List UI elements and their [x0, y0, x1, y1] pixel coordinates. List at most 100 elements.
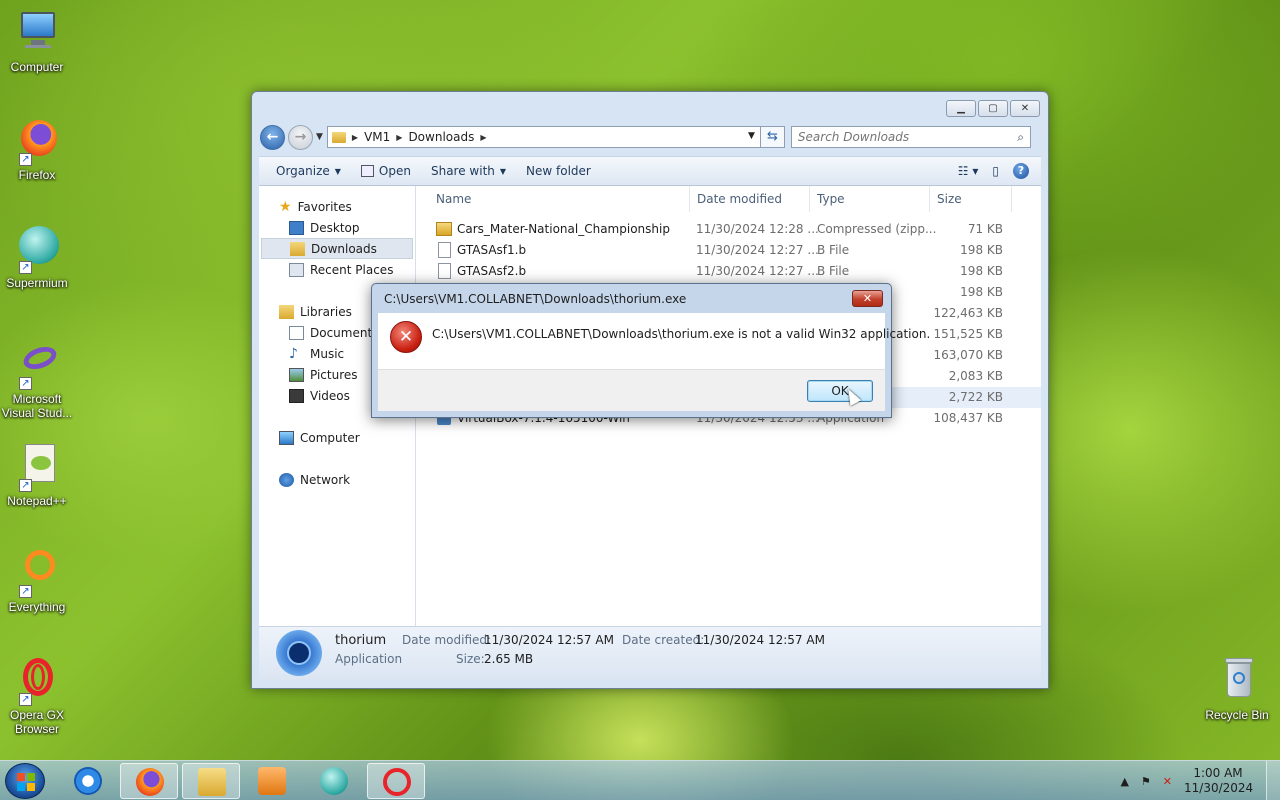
file-row[interactable]: GTASAsf1.b 11/30/2024 12:27 ... B File 1…: [417, 240, 1041, 261]
file-size: 198 KB: [960, 243, 1003, 257]
address-dropdown-icon[interactable]: ▼: [748, 131, 755, 141]
nav-label: Music: [310, 346, 345, 361]
computer-icon: [279, 430, 294, 445]
shortcut-arrow-icon: ↗: [19, 693, 32, 706]
opera-gx-icon: ↗: [13, 656, 61, 706]
column-type[interactable]: Type: [817, 192, 845, 206]
breadcrumb-separator-icon[interactable]: ▶: [352, 133, 358, 142]
desktop-icon-notepadpp[interactable]: ↗ Notepad++: [0, 442, 75, 508]
open-icon: [360, 165, 374, 177]
column-name[interactable]: Name: [436, 192, 471, 206]
desktop-icon-opera-gx[interactable]: ↗ Opera GX Browser: [0, 656, 75, 736]
desktop-icon-supermium[interactable]: ↗ Supermium: [0, 224, 75, 290]
zip-folder-icon: [436, 222, 452, 236]
new-folder-button[interactable]: New folder: [516, 164, 601, 178]
forward-button[interactable]: →: [288, 124, 313, 150]
file-size: 122,463 KB: [933, 306, 1003, 320]
start-button[interactable]: [5, 763, 45, 799]
dialog-footer: OK: [378, 369, 885, 411]
back-button[interactable]: ←: [260, 124, 285, 150]
volume-muted-icon[interactable]: ✕: [1163, 775, 1172, 788]
file-name: GTASAsf2.b: [457, 264, 527, 278]
show-desktop-button[interactable]: [1266, 761, 1280, 800]
desktop-icon-label: Opera GX Browser: [9, 708, 65, 736]
breadcrumb-separator-icon[interactable]: ▶: [480, 133, 486, 142]
organize-button[interactable]: Organize ▼: [259, 164, 351, 178]
breadcrumb-downloads[interactable]: Downloads: [408, 130, 474, 144]
minimize-button[interactable]: ▁: [946, 100, 976, 117]
show-hidden-icons-icon[interactable]: ▲: [1120, 775, 1128, 788]
breadcrumb-separator-icon[interactable]: ▶: [396, 133, 402, 142]
change-view-icon[interactable]: ☷ ▾: [958, 164, 979, 178]
column-size[interactable]: Size: [937, 192, 962, 206]
desktop-icon-computer[interactable]: Computer: [0, 8, 75, 74]
desktop-icon-label: Everything: [8, 600, 66, 614]
refresh-button[interactable]: ⇆: [760, 126, 785, 148]
desktop-icon-visual-studio[interactable]: ↗ Microsoft Visual Stud...: [0, 340, 75, 420]
breadcrumb-vm1[interactable]: VM1: [364, 130, 390, 144]
action-center-icon[interactable]: ⚑: [1141, 775, 1151, 788]
desktop-icon-label: Microsoft Visual Stud...: [1, 392, 73, 420]
file-size: 198 KB: [960, 264, 1003, 278]
ok-button[interactable]: OK: [807, 380, 873, 402]
taskbar-firefox[interactable]: [120, 763, 178, 799]
taskbar-opera-gx[interactable]: [367, 763, 425, 799]
star-icon: ★: [279, 198, 292, 215]
nav-computer[interactable]: Computer: [259, 427, 415, 448]
maximize-button[interactable]: ▢: [978, 100, 1008, 117]
file-date: 11/30/2024 12:27 ...: [696, 264, 819, 278]
nav-label: Desktop: [310, 220, 360, 235]
everything-icon: ↗: [13, 548, 61, 598]
clock[interactable]: 1:00 AM 11/30/2024: [1184, 766, 1253, 796]
taskbar-internet-explorer[interactable]: [59, 763, 117, 799]
share-with-button[interactable]: Share with ▼: [421, 164, 516, 178]
preview-pane-icon[interactable]: ▯: [992, 164, 999, 178]
dialog-close-button[interactable]: ✕: [852, 290, 883, 307]
nav-downloads[interactable]: Downloads: [261, 238, 413, 259]
nav-label: Libraries: [300, 304, 352, 319]
desktop-icon-recycle-bin[interactable]: Recycle Bin: [1199, 656, 1275, 722]
taskbar-media-player[interactable]: [243, 763, 301, 799]
taskbar-file-explorer[interactable]: [182, 763, 240, 799]
navigation-bar: ← → ▼ ▶ VM1 ▶ Downloads ▶ ▼ ⇆ ⌕: [260, 124, 1040, 150]
search-icon[interactable]: ⌕: [1017, 130, 1024, 145]
details-name: thorium: [335, 633, 387, 648]
folder-icon: [331, 131, 346, 143]
command-bar: Organize ▼ Open Share with ▼ New folder …: [259, 156, 1041, 186]
file-explorer-icon: [198, 768, 226, 796]
nav-label: Favorites: [297, 199, 352, 214]
music-icon: ♪: [289, 345, 298, 362]
file-row[interactable]: GTASAsf2.b 11/30/2024 12:27 ... B File 1…: [417, 261, 1041, 282]
address-bar[interactable]: ▶ VM1 ▶ Downloads ▶ ▼: [326, 126, 761, 148]
file-type: B File: [817, 243, 850, 257]
chevron-down-icon: ▼: [334, 166, 341, 176]
dialog-body: ✕ C:\Users\VM1.COLLABNET\Downloads\thori…: [378, 313, 930, 369]
desktop-icon-firefox[interactable]: ↗ Firefox: [0, 116, 75, 182]
videos-icon: [289, 388, 304, 403]
nav-network[interactable]: Network: [259, 469, 415, 490]
open-button[interactable]: Open: [351, 164, 421, 178]
desktop-icon-everything[interactable]: ↗ Everything: [0, 548, 75, 614]
view-controls: ☷ ▾ ▯ ?: [958, 163, 1041, 179]
nav-desktop[interactable]: Desktop: [259, 217, 415, 238]
taskbar-supermium[interactable]: [305, 763, 363, 799]
recent-pages-dropdown[interactable]: ▼: [316, 132, 323, 142]
nav-recent-places[interactable]: Recent Places: [259, 259, 415, 280]
column-date-modified[interactable]: Date modified: [697, 192, 782, 206]
file-row[interactable]: Cars_Mater-National_Championship 11/30/2…: [417, 219, 1041, 240]
chevron-down-icon: ▼: [499, 166, 507, 176]
search-input[interactable]: [791, 127, 1002, 147]
file-name: GTASAsf1.b: [457, 243, 527, 257]
nav-label: Documents: [310, 325, 379, 340]
nav-favorites[interactable]: ★ Favorites: [259, 196, 415, 217]
error-dialog: C:\Users\VM1.COLLABNET\Downloads\thorium…: [371, 283, 930, 418]
close-button[interactable]: ✕: [1010, 100, 1040, 117]
search-box[interactable]: ⌕: [790, 126, 1031, 148]
visual-studio-icon: ↗: [13, 340, 61, 390]
file-type: Compressed (zipp...: [817, 222, 937, 236]
file-type: B File: [817, 264, 850, 278]
nav-label: Pictures: [310, 367, 358, 382]
help-icon[interactable]: ?: [1013, 163, 1029, 179]
desktop-icon-label: Recycle Bin: [1205, 708, 1269, 722]
desktop-icon: [289, 220, 304, 235]
